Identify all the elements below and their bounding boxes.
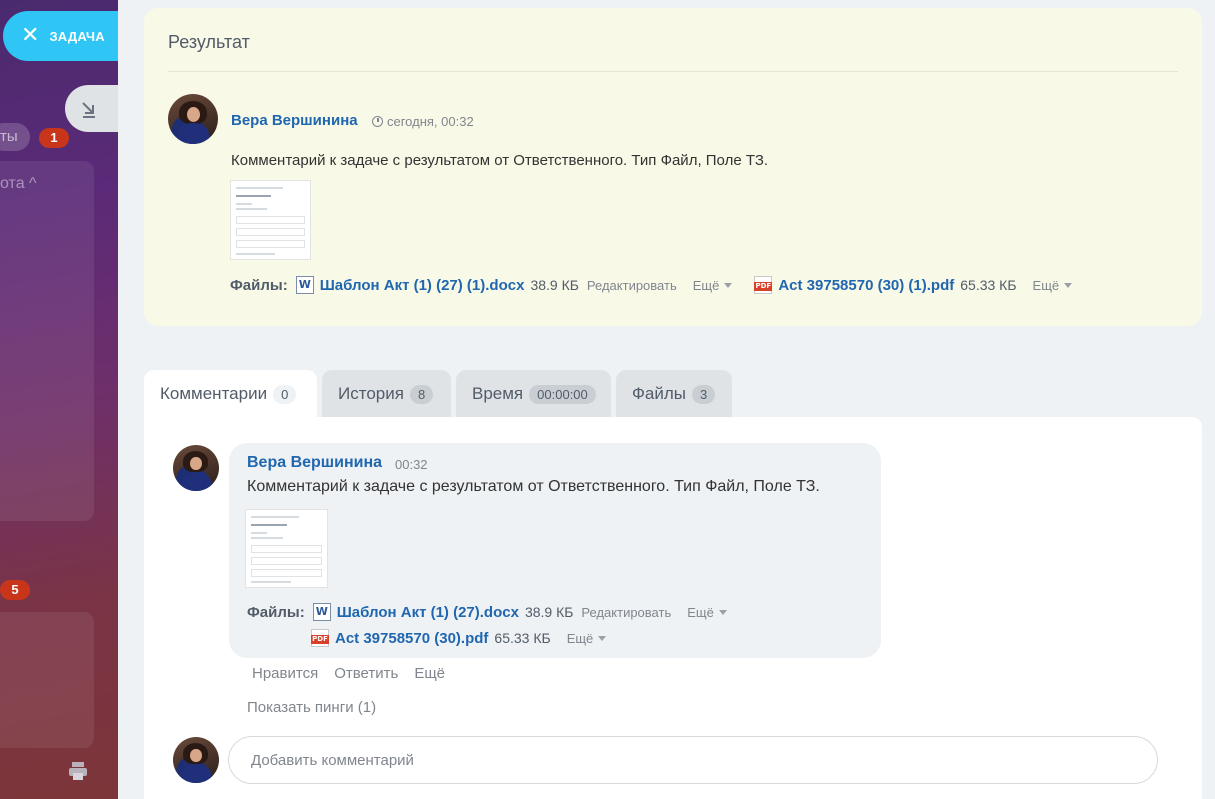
more-link[interactable]: Ещё bbox=[414, 665, 445, 682]
file-more-menu[interactable]: Ещё bbox=[567, 631, 607, 646]
edit-file-link[interactable]: Редактировать bbox=[587, 278, 677, 293]
edit-file-link[interactable]: Редактировать bbox=[581, 605, 671, 620]
tab-count: 3 bbox=[692, 384, 716, 404]
comment-time: сегодня, 00:32 bbox=[372, 114, 474, 129]
avatar[interactable] bbox=[168, 94, 218, 144]
attachment-thumbnail[interactable] bbox=[245, 509, 328, 588]
comment-bubble: Вера Вершинина 00:32 Комментарий к задач… bbox=[229, 443, 881, 658]
comment-actions: Нравится Ответить Ещё bbox=[252, 665, 445, 682]
attachment-thumbnail[interactable] bbox=[230, 180, 311, 260]
file-more-menu[interactable]: Ещё bbox=[1033, 278, 1073, 293]
result-card: Результат Вера Вершинина сегодня, 00:32 … bbox=[144, 8, 1202, 326]
comment-text: Комментарий к задаче с результатом от От… bbox=[247, 478, 820, 495]
tab-label: Время bbox=[472, 384, 524, 403]
file-link[interactable]: Шаблон Акт (1) (27) (1).docx bbox=[320, 277, 525, 294]
show-pings-link[interactable]: Показать пинги (1) bbox=[247, 699, 376, 716]
counter-badge: 5 bbox=[0, 580, 30, 600]
tab-count: 00:00:00 bbox=[529, 384, 596, 404]
tab-label: Файлы bbox=[632, 384, 687, 403]
like-link[interactable]: Нравится bbox=[252, 665, 318, 682]
sidebar-panel-title[interactable]: ота ^ bbox=[0, 175, 37, 193]
chevron-up-icon: ^ bbox=[29, 175, 37, 192]
tab-label: Комментарии bbox=[160, 384, 268, 403]
counter-badge: 1 bbox=[39, 128, 69, 148]
word-file-icon bbox=[295, 276, 314, 294]
file-more-menu[interactable]: Ещё bbox=[687, 605, 727, 620]
tab-time[interactable]: Время 00:00:00 bbox=[456, 370, 611, 418]
avatar[interactable] bbox=[173, 445, 219, 491]
avatar[interactable] bbox=[173, 737, 219, 783]
caret-down-icon bbox=[718, 609, 727, 615]
file-size: 65.33 КБ bbox=[494, 630, 551, 646]
left-sidebar: ✕ ЗАДАЧА ты 1 ота ^ 5 bbox=[0, 0, 118, 799]
comments-panel: Вера Вершинина 00:32 Комментарий к задач… bbox=[144, 417, 1202, 799]
clock-icon bbox=[372, 116, 383, 127]
caret-down-icon bbox=[1064, 282, 1073, 288]
task-button-label: ЗАДАЧА bbox=[49, 28, 105, 44]
sidebar-panel bbox=[0, 161, 94, 521]
file-link[interactable]: Act 39758570 (30) (1).pdf bbox=[778, 277, 954, 294]
pdf-file-icon bbox=[754, 276, 773, 294]
word-file-icon bbox=[312, 603, 331, 621]
pdf-file-icon bbox=[311, 629, 329, 647]
author-name[interactable]: Вера Вершинина bbox=[231, 112, 358, 129]
file-size: 38.9 КБ bbox=[530, 277, 579, 293]
caret-down-icon bbox=[598, 635, 607, 641]
collapse-arrow-icon bbox=[81, 101, 95, 118]
divider bbox=[168, 71, 1178, 72]
sidebar-chip[interactable]: ты bbox=[0, 123, 30, 151]
tab-files[interactable]: Файлы 3 bbox=[616, 370, 732, 418]
file-size: 38.9 КБ bbox=[524, 604, 574, 620]
tab-comments[interactable]: Комментарии 0 bbox=[144, 370, 317, 418]
close-icon: ✕ bbox=[21, 23, 40, 48]
print-icon[interactable] bbox=[67, 760, 89, 782]
add-comment-input[interactable] bbox=[228, 736, 1158, 784]
files-label: Файлы: bbox=[230, 276, 288, 294]
sidebar-panel bbox=[0, 612, 94, 748]
file-more-menu[interactable]: Ещё bbox=[693, 278, 733, 293]
result-comment-text: Комментарий к задаче с результатом от От… bbox=[231, 152, 769, 169]
file-size: 65.33 КБ bbox=[960, 277, 1017, 293]
file-link[interactable]: Шаблон Акт (1) (27).docx bbox=[337, 604, 519, 621]
files-label: Файлы: bbox=[247, 603, 305, 621]
comment-files-row: Файлы: Шаблон Акт (1) (27).docx 38.9 КБ … bbox=[247, 603, 727, 621]
result-title: Результат bbox=[168, 32, 250, 52]
tab-history[interactable]: История 8 bbox=[322, 370, 451, 418]
file-link[interactable]: Act 39758570 (30).pdf bbox=[335, 630, 488, 647]
collapse-panel-button[interactable] bbox=[65, 85, 118, 132]
caret-down-icon bbox=[724, 282, 733, 288]
tab-count: 0 bbox=[273, 384, 297, 404]
author-name[interactable]: Вера Вершинина bbox=[247, 454, 382, 472]
tab-label: История bbox=[338, 384, 404, 403]
tab-count: 8 bbox=[409, 384, 434, 404]
result-files-row: Файлы: Шаблон Акт (1) (27) (1).docx 38.9… bbox=[230, 276, 1073, 294]
reply-link[interactable]: Ответить bbox=[334, 665, 398, 682]
comment-files-row: Act 39758570 (30).pdf 65.33 КБ Ещё bbox=[311, 629, 607, 647]
close-task-button[interactable]: ✕ ЗАДАЧА bbox=[3, 11, 118, 61]
comment-time: 00:32 bbox=[395, 457, 428, 472]
